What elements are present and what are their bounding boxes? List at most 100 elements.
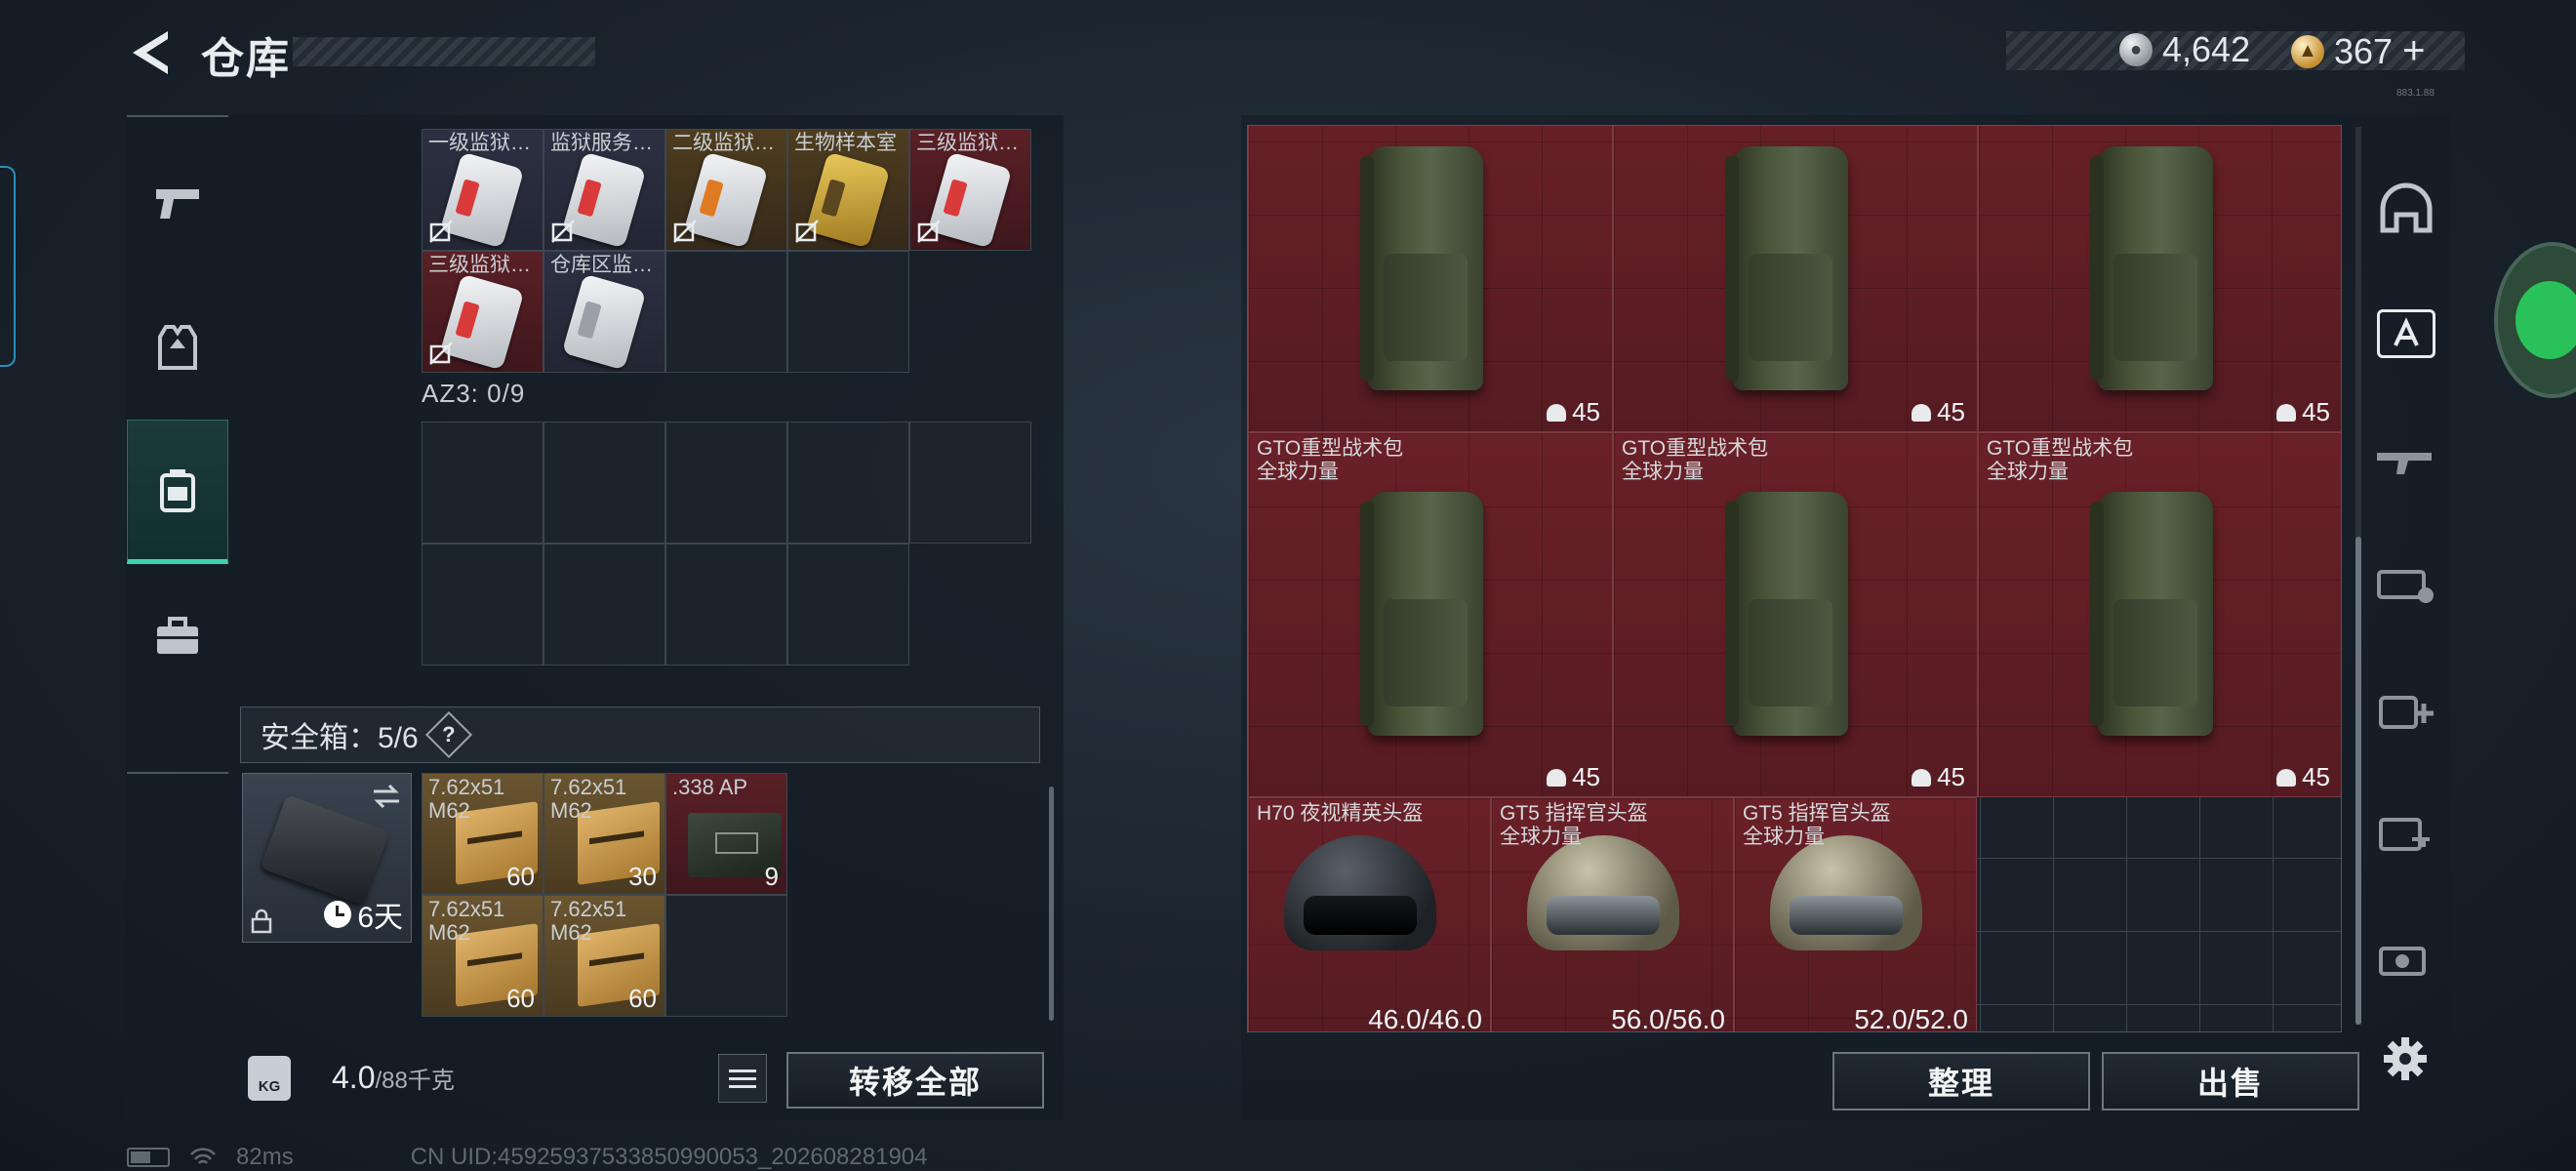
ammo-slot[interactable]: .338 AP 9 [665,773,787,895]
empty-slot[interactable] [665,251,787,373]
empty-slot[interactable] [543,422,665,544]
keycard-slot[interactable]: 三级监狱… [909,129,1031,251]
case-duration: 6天 [324,893,403,936]
gti-weapon-filter-tab[interactable] [2365,396,2447,521]
item-name: GT5 指挥官头盔 全球力量 [1500,802,1648,848]
backpack-item[interactable]: 45 [1613,126,1978,432]
wifi-icon [190,1148,216,1164]
keycard-slot[interactable]: 一级监狱… [422,129,543,251]
no-insure-icon [673,220,697,243]
transfer-all-button[interactable]: 转移全部 [786,1052,1044,1109]
stash-grid: 45 45 45 GTO重型战术包 全球力量 45 GTO重型战术包 全球力量 45… [1247,125,2342,1032]
gti-a-filter-tab[interactable] [2365,271,2447,396]
keycard-slot[interactable]: 监狱服务… [543,129,665,251]
keycard-slot[interactable]: 三级监狱… [422,251,543,373]
version-label: 883.1.88 [2396,88,2435,99]
armor-category-tab[interactable] [127,275,228,420]
az3-container-label: AZ3: 0/9 [422,379,526,408]
keycard-container: 一级监狱… 监狱服务… 二级监狱… 生物样本室 三级监狱… 三级监狱… 仓库区监… [422,129,1031,373]
helmet-image [1274,835,1446,972]
empty-slot[interactable] [787,251,909,373]
item-stack-count: 45 [1912,762,1965,792]
item-stack-count: 45 [2276,762,2330,792]
v-misc-filter-tab[interactable] [2365,896,2447,1021]
empty-slot[interactable] [422,544,543,666]
backpack-item[interactable]: GTO重型战术包 全球力量 45 [1613,432,1978,797]
back-arrow-icon[interactable] [125,27,172,78]
side-drawer-tab[interactable] [0,166,16,367]
stash-scrollbar[interactable] [2355,127,2361,1025]
ammo-slot[interactable]: 7.62x51 M62 30 [543,773,665,895]
supplies-category-tab[interactable] [127,564,228,708]
gti-key-filter-tab[interactable] [2365,771,2447,896]
item-name: H70 夜视精英头盔 [1257,802,1424,825]
add-currency-icon[interactable]: + [2402,29,2425,73]
gti-ammo-filter-tab[interactable] [2365,521,2447,646]
helmet-item[interactable]: GT5 指挥官头盔 全球力量 56.0/56.0 [1491,797,1734,1031]
sort-button[interactable]: 整理 [1832,1052,2090,1110]
empty-slot[interactable] [665,895,787,1017]
empty-slot[interactable] [787,544,909,666]
weight-lock-icon [2276,403,2297,422]
keycard-label: 生物样本室 [794,132,897,154]
pistol-icon [156,189,199,219]
ammo-slot[interactable]: 7.62x51 M62 60 [543,895,665,1017]
item-name: GTO重型战术包 全球力量 [1987,437,2134,483]
ammo-count: 60 [506,984,535,1013]
battery-icon [127,1148,170,1167]
v-misc-filter-icon [2379,947,2426,976]
weight-lock-icon [1912,403,1932,422]
empty-slot[interactable] [909,422,1031,544]
silver-currency: ● 4,642 [2119,29,2250,70]
gti-key-filter-icon [2379,818,2430,851]
keycard-slot[interactable]: 二级监狱… [665,129,787,251]
keycard-slot[interactable]: 生物样本室 [787,129,909,251]
inventory-scrollbar[interactable] [1049,787,1054,1021]
silver-coin-icon: ● [2119,33,2153,66]
uid-label: CN UID:45925937533850990053_202608281904 [410,1144,928,1170]
backpack-item[interactable]: 45 [1248,126,1613,432]
backpack-image [2084,472,2231,746]
ping-value: 82ms [236,1144,294,1170]
ammo-slot[interactable]: 7.62x51 M62 60 [422,895,543,1017]
scroll-thumb[interactable] [2355,537,2361,1025]
weight-lock-icon [1912,768,1932,787]
helmet-item[interactable]: GT5 指挥官头盔 全球力量 52.0/52.0 [1734,797,1977,1031]
safe-case-slot[interactable]: 6天 [242,773,412,943]
gold-currency[interactable]: ▲ 367 + [2291,29,2425,73]
empty-slot[interactable] [422,422,543,544]
helmet-item[interactable]: H70 夜视精英头盔 46.0/46.0 [1248,797,1491,1031]
backpack-category-tab[interactable] [127,420,228,564]
helmet-filter-tab[interactable] [2365,146,2447,271]
settings-gear-icon[interactable] [2381,1034,2430,1083]
gti-ammo-filter-icon [2377,570,2434,603]
backpack-item[interactable]: GTO重型战术包 全球力量 45 [1248,432,1613,797]
empty-slot[interactable] [665,544,787,666]
empty-slot[interactable] [787,422,909,544]
no-insure-icon [795,220,819,243]
empty-slot[interactable] [665,422,787,544]
weight-lock-icon [1547,768,1567,787]
swap-icon[interactable] [370,782,403,811]
lock-icon [251,909,272,934]
backpack-item[interactable]: GTO重型战术包 全球力量 45 [1978,432,2341,797]
keycard-slot[interactable]: 仓库区监… [543,251,665,373]
weight-lock-icon [1547,403,1567,422]
ammo-slot[interactable]: 7.62x51 M62 60 [422,773,543,895]
ammo-count: 30 [628,862,657,891]
ammo-count: 60 [506,862,535,891]
category-rail [127,115,228,774]
wechat-icon [2516,281,2576,359]
ammo-label: 7.62x51 M62 [550,775,627,823]
weapon-category-tab[interactable] [127,131,228,275]
sell-button[interactable]: 出售 [2102,1052,2359,1110]
empty-slot[interactable] [543,544,665,666]
help-icon[interactable]: ? [424,710,472,759]
backpack-item[interactable]: 45 [1978,126,2341,432]
iv-medkit-filter-tab[interactable] [2365,646,2447,771]
no-insure-icon [429,220,453,243]
ammo-label: 7.62x51 M62 [550,897,627,945]
list-view-button[interactable] [718,1054,767,1103]
wechat-float-button[interactable] [2494,242,2576,398]
safe-box-grid: 7.62x51 M62 60 7.62x51 M62 30 .338 AP 9 … [422,773,787,1017]
